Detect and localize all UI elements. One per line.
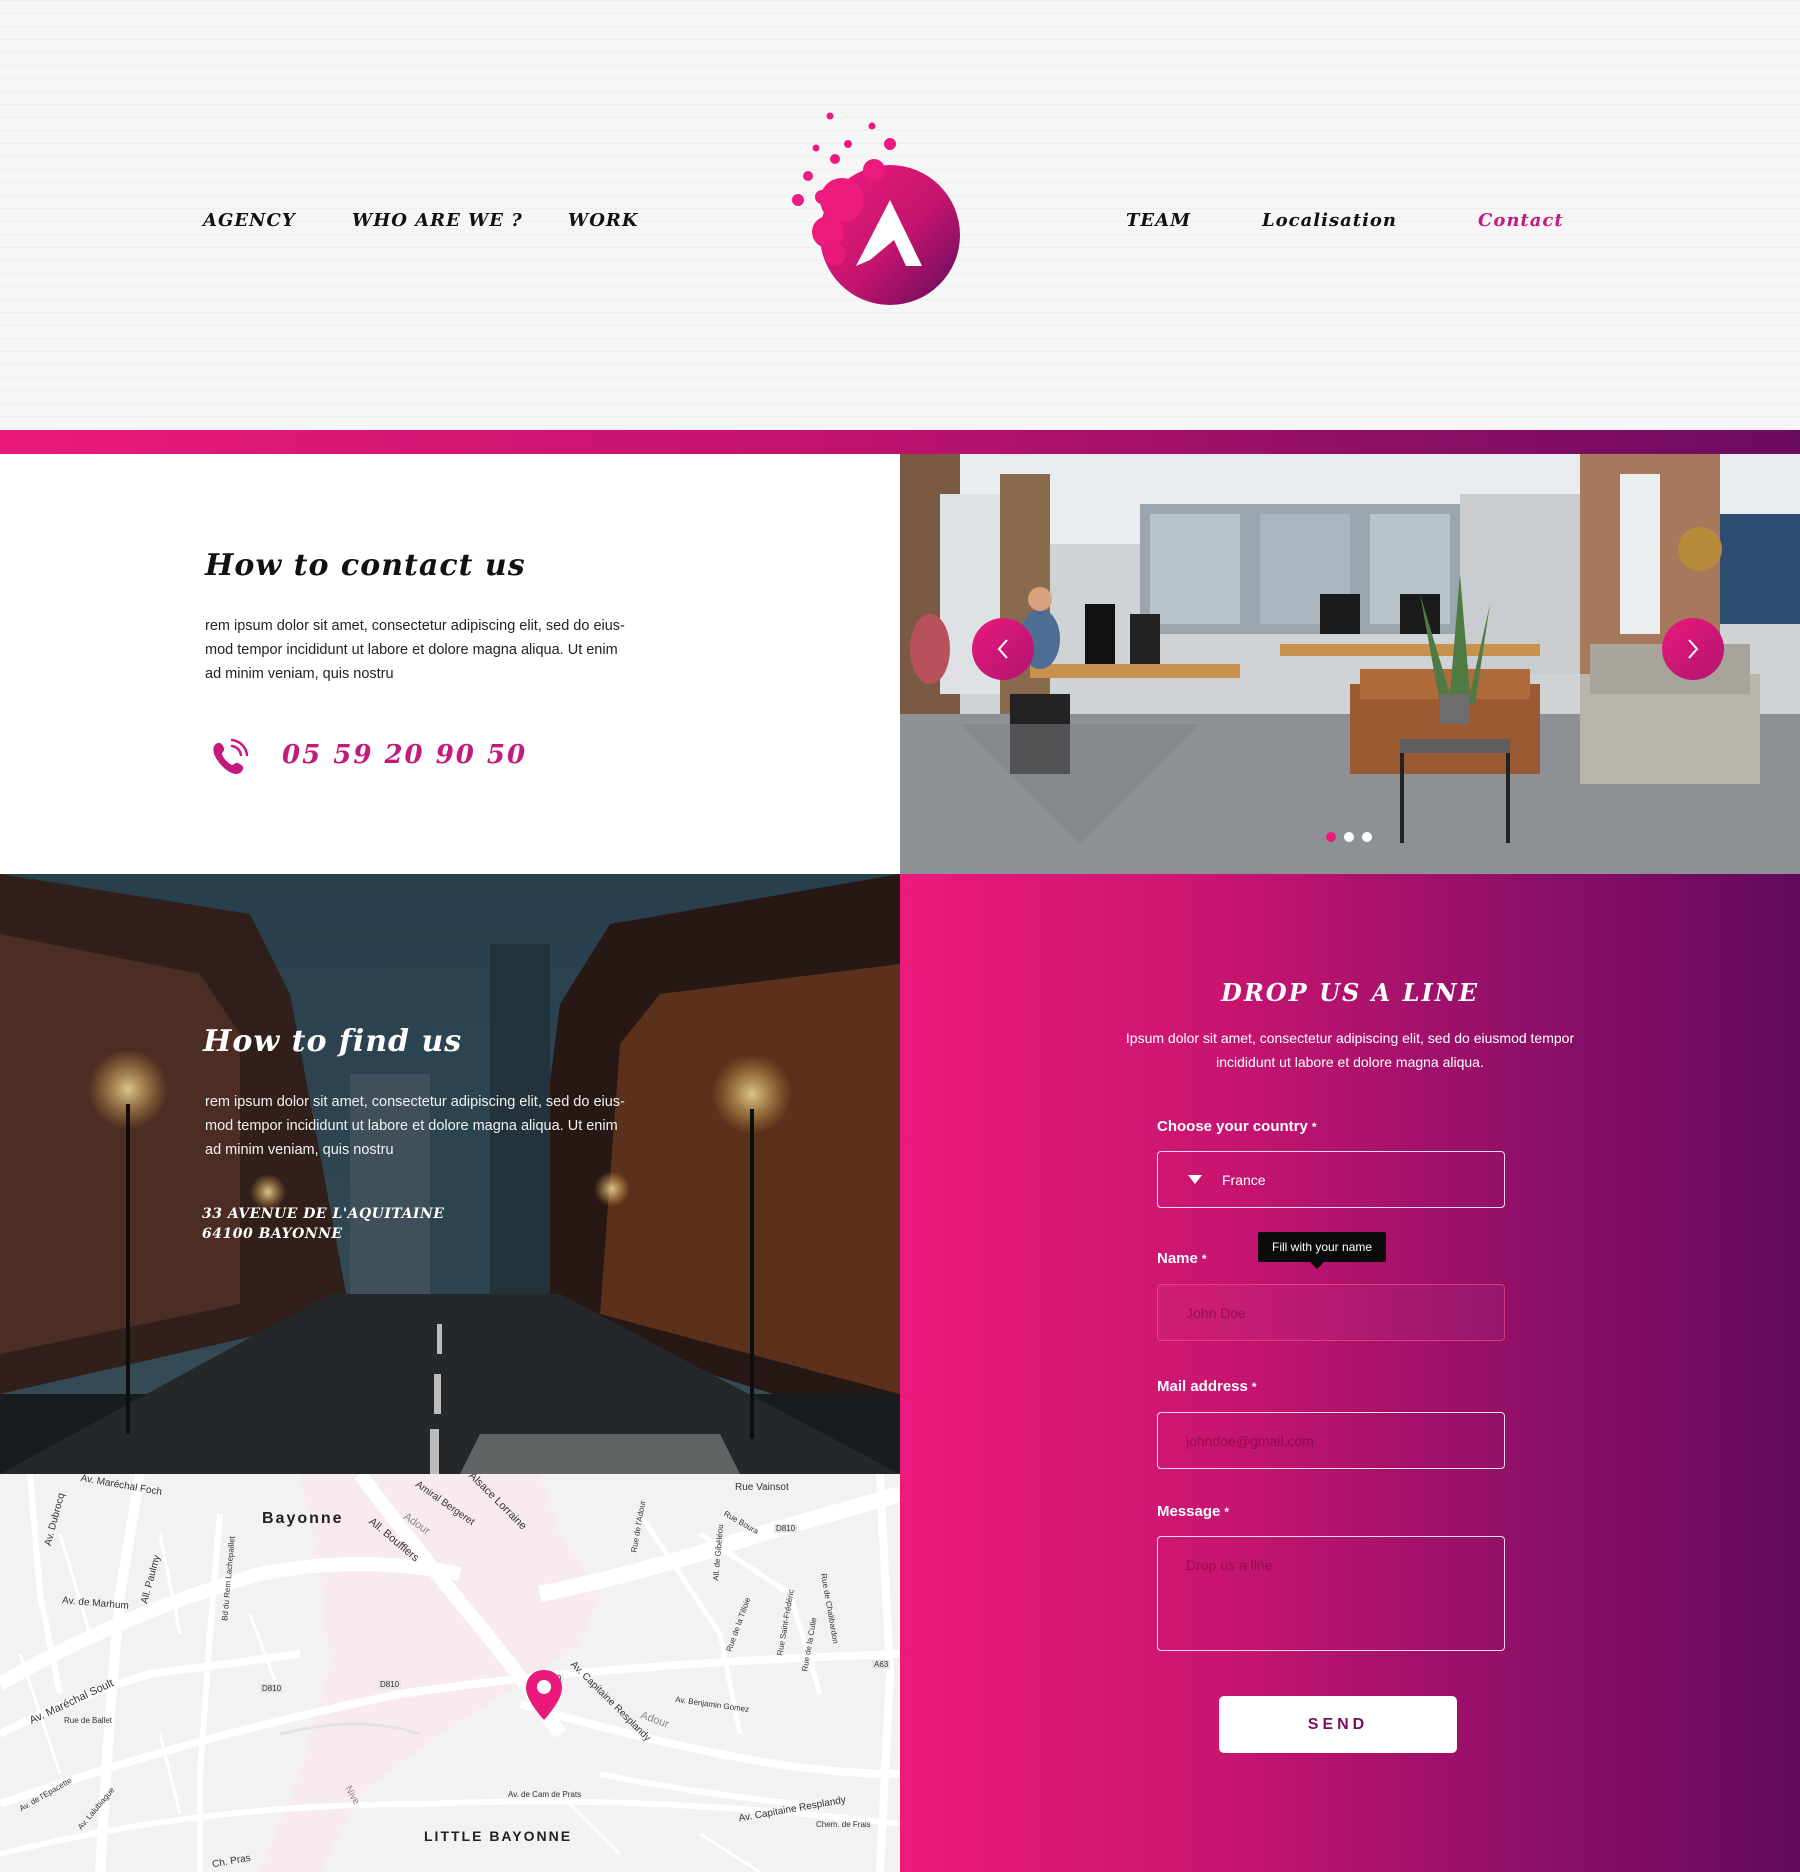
nav-who-are-we[interactable]: WHO ARE WE ? xyxy=(352,210,523,231)
nav-agency[interactable]: AGENCY xyxy=(203,210,296,231)
required-mark: * xyxy=(1201,1252,1207,1266)
nav-work[interactable]: WORK xyxy=(568,210,639,231)
send-button[interactable]: SEND xyxy=(1219,1696,1457,1753)
slider-dot-2[interactable] xyxy=(1344,832,1354,842)
email-input[interactable] xyxy=(1157,1412,1505,1469)
address-line-2: 64100 BAYONNE xyxy=(202,1226,343,1242)
contact-description: rem ipsum dolor sit amet, consectetur ad… xyxy=(205,618,625,682)
chevron-left-icon xyxy=(997,639,1008,659)
nav-localisation[interactable]: Localisation xyxy=(1262,210,1397,231)
contact-section: How to contact us rem ipsum dolor sit am… xyxy=(0,454,900,874)
office-photo-slider xyxy=(900,454,1800,874)
name-label: Name * xyxy=(1157,1250,1207,1267)
site-header: AGENCY WHO ARE WE ? WORK TEAM Localisati… xyxy=(0,0,1800,430)
map-district-little-bayonne: LITTLE BAYONNE xyxy=(424,1828,573,1844)
country-label: Choose your country * xyxy=(1157,1118,1317,1135)
contact-form-panel: DROP US A LINE Ipsum dolor sit amet, con… xyxy=(900,874,1800,1872)
map-label: Rue Vainsot xyxy=(735,1482,789,1493)
phone-icon xyxy=(210,738,250,778)
slider-prev-button[interactable] xyxy=(972,618,1034,680)
contact-title: How to contact us xyxy=(205,548,526,583)
message-label-text: Message xyxy=(1157,1503,1221,1520)
agency-logo[interactable] xyxy=(790,104,980,314)
form-title: DROP US A LINE xyxy=(1221,978,1479,1007)
required-mark: * xyxy=(1311,1120,1317,1134)
map-label: D810 xyxy=(260,1684,284,1693)
slider-dot-3[interactable] xyxy=(1362,832,1372,842)
map-label: Rue de Ballet xyxy=(64,1716,113,1725)
name-input[interactable] xyxy=(1157,1284,1505,1341)
map-label: Av. de Cam de Prats xyxy=(508,1790,582,1799)
find-us-description: rem ipsum dolor sit amet, consectetur ad… xyxy=(205,1094,625,1158)
map-city-bayonne: Bayonne xyxy=(262,1510,344,1527)
nav-team[interactable]: TEAM xyxy=(1126,210,1191,231)
chevron-right-icon xyxy=(1688,639,1699,659)
map-label: D810 xyxy=(378,1680,402,1689)
map-label: Chem. de Frais xyxy=(816,1820,871,1829)
message-textarea[interactable] xyxy=(1157,1536,1505,1651)
find-us-title: How to find us xyxy=(203,1024,463,1059)
address: 33 AVENUE DE L'AQUITAINE 64100 BAYONNE xyxy=(202,1204,444,1244)
country-select-value: France xyxy=(1222,1171,1266,1188)
name-tooltip: Fill with your name xyxy=(1258,1232,1387,1269)
form-description: Ipsum dolor sit amet, consectetur adipis… xyxy=(1125,1030,1575,1070)
nav-contact[interactable]: Contact xyxy=(1478,210,1564,231)
mail-label-text: Mail address xyxy=(1157,1378,1248,1395)
caret-down-icon xyxy=(1188,1175,1202,1184)
street-photo xyxy=(0,874,900,1474)
message-label: Message * xyxy=(1157,1503,1229,1520)
map-pin-icon[interactable] xyxy=(524,1668,564,1722)
location-map[interactable]: Bayonne LITTLE BAYONNE Av. Dubrocq Av. M… xyxy=(0,1474,900,1872)
country-select[interactable]: France xyxy=(1157,1151,1505,1208)
required-mark: * xyxy=(1224,1505,1230,1519)
map-label: D810 xyxy=(774,1524,798,1533)
gradient-divider xyxy=(0,430,1800,454)
country-label-text: Choose your country xyxy=(1157,1118,1308,1135)
name-label-text: Name xyxy=(1157,1250,1198,1267)
mail-label: Mail address * xyxy=(1157,1378,1257,1395)
slider-dot-1[interactable] xyxy=(1326,832,1336,842)
address-line-1: 33 AVENUE DE L'AQUITAINE xyxy=(202,1206,445,1222)
required-mark: * xyxy=(1251,1380,1257,1394)
slider-next-button[interactable] xyxy=(1662,618,1724,680)
map-label: A63 xyxy=(872,1660,891,1669)
find-us-section: How to find us rem ipsum dolor sit amet,… xyxy=(0,874,900,1474)
phone-number-link[interactable]: 05 59 20 90 50 xyxy=(282,740,527,770)
slider-dots xyxy=(1326,832,1372,842)
